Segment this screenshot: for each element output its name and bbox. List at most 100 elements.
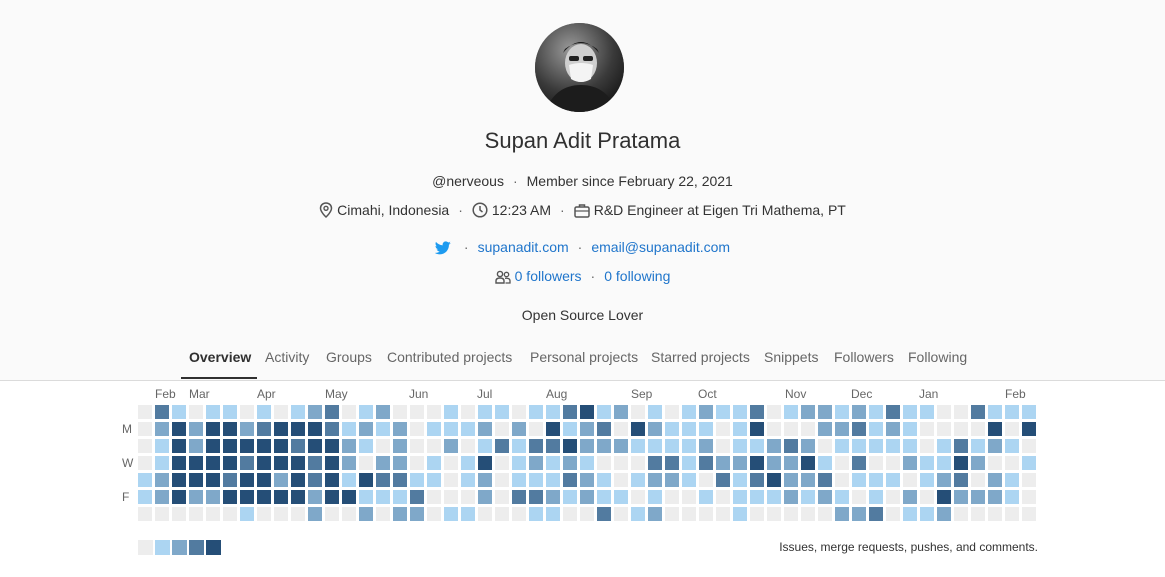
contribution-day[interactable]: [801, 490, 815, 504]
contribution-day[interactable]: [427, 507, 441, 521]
contribution-day[interactable]: [529, 490, 543, 504]
contribution-day[interactable]: [937, 439, 951, 453]
contribution-day[interactable]: [784, 490, 798, 504]
contribution-day[interactable]: [580, 490, 594, 504]
contribution-day[interactable]: [614, 456, 628, 470]
contribution-day[interactable]: [444, 422, 458, 436]
contribution-day[interactable]: [342, 490, 356, 504]
contribution-day[interactable]: [495, 490, 509, 504]
twitter-icon[interactable]: [434, 241, 451, 258]
contribution-day[interactable]: [733, 507, 747, 521]
contribution-day[interactable]: [1022, 473, 1036, 487]
contribution-day[interactable]: [206, 456, 220, 470]
contribution-day[interactable]: [886, 456, 900, 470]
contribution-day[interactable]: [274, 405, 288, 419]
contribution-day[interactable]: [665, 473, 679, 487]
contribution-day[interactable]: [342, 422, 356, 436]
contribution-day[interactable]: [818, 405, 832, 419]
contribution-day[interactable]: [648, 490, 662, 504]
contribution-day[interactable]: [291, 473, 305, 487]
contribution-day[interactable]: [971, 507, 985, 521]
contribution-day[interactable]: [478, 473, 492, 487]
contribution-day[interactable]: [291, 490, 305, 504]
contribution-day[interactable]: [733, 405, 747, 419]
contribution-day[interactable]: [597, 422, 611, 436]
contribution-day[interactable]: [988, 456, 1002, 470]
contribution-day[interactable]: [155, 507, 169, 521]
contribution-day[interactable]: [172, 439, 186, 453]
contribution-day[interactable]: [393, 456, 407, 470]
contribution-day[interactable]: [580, 456, 594, 470]
contribution-day[interactable]: [971, 422, 985, 436]
contribution-day[interactable]: [257, 405, 271, 419]
contribution-day[interactable]: [920, 490, 934, 504]
contribution-day[interactable]: [852, 405, 866, 419]
contribution-day[interactable]: [699, 405, 713, 419]
contribution-day[interactable]: [988, 439, 1002, 453]
contribution-day[interactable]: [1005, 490, 1019, 504]
contribution-day[interactable]: [308, 456, 322, 470]
tab-snippets[interactable]: Snippets: [764, 349, 818, 365]
contribution-day[interactable]: [291, 507, 305, 521]
contribution-day[interactable]: [189, 439, 203, 453]
contribution-day[interactable]: [410, 422, 424, 436]
contribution-day[interactable]: [750, 456, 764, 470]
contribution-day[interactable]: [546, 456, 560, 470]
contribution-day[interactable]: [1022, 422, 1036, 436]
contribution-day[interactable]: [427, 473, 441, 487]
contribution-day[interactable]: [376, 456, 390, 470]
contribution-day[interactable]: [325, 405, 339, 419]
contribution-day[interactable]: [342, 439, 356, 453]
contribution-day[interactable]: [784, 405, 798, 419]
contribution-day[interactable]: [529, 507, 543, 521]
contribution-day[interactable]: [886, 490, 900, 504]
contribution-day[interactable]: [529, 456, 543, 470]
contribution-day[interactable]: [665, 439, 679, 453]
contribution-day[interactable]: [512, 405, 526, 419]
contribution-day[interactable]: [716, 422, 730, 436]
contribution-day[interactable]: [733, 490, 747, 504]
contribution-day[interactable]: [869, 422, 883, 436]
contribution-day[interactable]: [478, 490, 492, 504]
contribution-day[interactable]: [189, 405, 203, 419]
contribution-day[interactable]: [699, 422, 713, 436]
contribution-day[interactable]: [257, 473, 271, 487]
contribution-day[interactable]: [750, 507, 764, 521]
contribution-day[interactable]: [138, 456, 152, 470]
contribution-day[interactable]: [920, 473, 934, 487]
contribution-day[interactable]: [682, 422, 696, 436]
contribution-day[interactable]: [597, 490, 611, 504]
contribution-day[interactable]: [240, 456, 254, 470]
contribution-day[interactable]: [767, 490, 781, 504]
contribution-day[interactable]: [869, 439, 883, 453]
contribution-day[interactable]: [410, 439, 424, 453]
contribution-day[interactable]: [937, 473, 951, 487]
contribution-day[interactable]: [631, 422, 645, 436]
contribution-day[interactable]: [835, 456, 849, 470]
contribution-day[interactable]: [852, 490, 866, 504]
contribution-day[interactable]: [971, 456, 985, 470]
contribution-day[interactable]: [189, 473, 203, 487]
contribution-day[interactable]: [954, 439, 968, 453]
contribution-day[interactable]: [291, 422, 305, 436]
contribution-day[interactable]: [393, 422, 407, 436]
contribution-day[interactable]: [886, 507, 900, 521]
contribution-day[interactable]: [835, 507, 849, 521]
contribution-day[interactable]: [410, 507, 424, 521]
contribution-day[interactable]: [444, 456, 458, 470]
contribution-day[interactable]: [580, 439, 594, 453]
contribution-day[interactable]: [818, 456, 832, 470]
contribution-day[interactable]: [903, 456, 917, 470]
contribution-day[interactable]: [563, 507, 577, 521]
contribution-day[interactable]: [376, 507, 390, 521]
contribution-day[interactable]: [954, 405, 968, 419]
contribution-day[interactable]: [308, 473, 322, 487]
contribution-day[interactable]: [546, 422, 560, 436]
contribution-day[interactable]: [682, 456, 696, 470]
contribution-day[interactable]: [937, 422, 951, 436]
contribution-day[interactable]: [971, 439, 985, 453]
contribution-day[interactable]: [342, 405, 356, 419]
contribution-day[interactable]: [988, 422, 1002, 436]
contribution-day[interactable]: [172, 405, 186, 419]
contribution-day[interactable]: [648, 456, 662, 470]
